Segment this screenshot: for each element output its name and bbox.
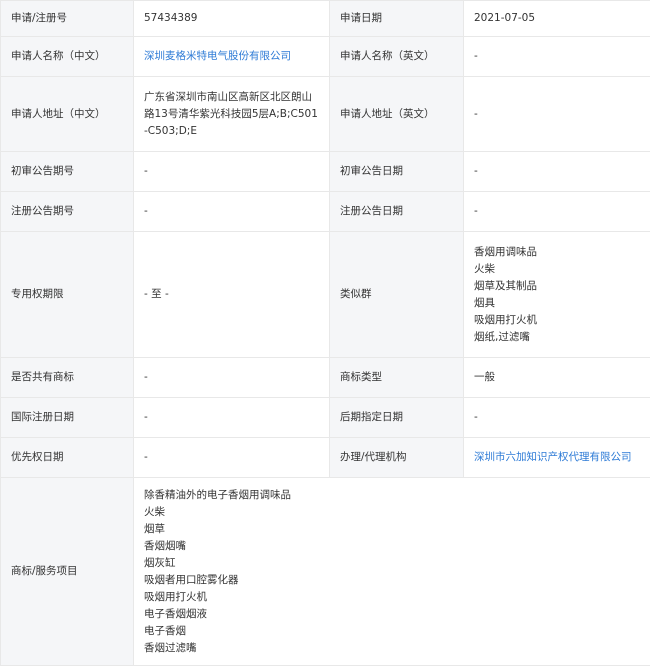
similar-group-item: 火柴 [474,261,640,278]
exclusive-period-label: 专用权期限 [1,232,134,358]
applicant-cn-label: 申请人名称（中文） [1,37,134,77]
similar-group-list: 香烟用调味品 火柴 烟草及其制品 烟具 吸烟用打火机 烟纸,过滤嘴 [464,232,650,358]
similar-group-item: 烟具 [474,295,640,312]
reg-no-label: 申请/注册号 [1,1,134,37]
reg-pub-no-label: 注册公告期号 [1,192,134,232]
row-shared: 是否共有商标 - 商标类型 一般 [1,358,650,398]
apply-date-value: 2021-07-05 [464,1,650,37]
address-cn-value: 广东省深圳市南山区高新区北区朗山 路13号清华紫光科技园5层A;B;C501 -… [134,77,330,152]
goods-services-list: 除香精油外的电子香烟用调味品 火柴 烟草 香烟烟嘴 烟灰缸 吸烟者用口腔雾化器 … [134,478,650,666]
prelim-no-label: 初审公告期号 [1,152,134,192]
address-en-value: - [464,77,650,152]
exclusive-period-value: - 至 - [134,232,330,358]
agent-link[interactable]: 深圳市六加知识产权代理有限公司 [474,451,632,463]
goods-service-item: 烟草 [144,521,640,538]
row-applicant-name: 申请人名称（中文） 深圳麦格米特电气股份有限公司 申请人名称（英文） - [1,37,650,77]
mark-type-value: 一般 [464,358,650,398]
prelim-date-label: 初审公告日期 [330,152,464,192]
row-prelim: 初审公告期号 - 初审公告日期 - [1,152,650,192]
address-cn-line: -C503;D;E [144,123,319,140]
reg-pub-date-value: - [464,192,650,232]
reg-pub-no-value: - [134,192,330,232]
reg-pub-date-label: 注册公告日期 [330,192,464,232]
goods-service-item: 吸烟者用口腔雾化器 [144,572,640,589]
priority-date-label: 优先权日期 [1,438,134,478]
row-goods-services: 商标/服务项目 除香精油外的电子香烟用调味品 火柴 烟草 香烟烟嘴 烟灰缸 吸烟… [1,478,650,666]
prelim-no-value: - [134,152,330,192]
address-cn-line: 路13号清华紫光科技园5层A;B;C501 [144,106,319,123]
row-reg-no: 申请/注册号 57434389 申请日期 2021-07-05 [1,1,650,37]
goods-service-item: 烟灰缸 [144,555,640,572]
applicant-cn-link[interactable]: 深圳麦格米特电气股份有限公司 [144,50,291,62]
similar-group-item: 烟纸,过滤嘴 [474,329,640,346]
agent-label: 办理/代理机构 [330,438,464,478]
later-designation-label: 后期指定日期 [330,398,464,438]
similar-group-item: 吸烟用打火机 [474,312,640,329]
row-exclusive-period: 专用权期限 - 至 - 类似群 香烟用调味品 火柴 烟草及其制品 烟具 吸烟用打… [1,232,650,358]
apply-date-label: 申请日期 [330,1,464,37]
address-cn-line: 广东省深圳市南山区高新区北区朗山 [144,89,319,106]
shared-label: 是否共有商标 [1,358,134,398]
address-en-label: 申请人地址（英文） [330,77,464,152]
trademark-info-table: 申请/注册号 57434389 申请日期 2021-07-05 申请人名称（中文… [0,0,650,666]
applicant-cn-cell: 深圳麦格米特电气股份有限公司 [134,37,330,77]
priority-date-value: - [134,438,330,478]
goods-service-item: 火柴 [144,504,640,521]
address-cn-label: 申请人地址（中文） [1,77,134,152]
row-applicant-address: 申请人地址（中文） 广东省深圳市南山区高新区北区朗山 路13号清华紫光科技园5层… [1,77,650,152]
row-intl-reg: 国际注册日期 - 后期指定日期 - [1,398,650,438]
applicant-en-value: - [464,37,650,77]
prelim-date-value: - [464,152,650,192]
goods-service-item: 香烟烟嘴 [144,538,640,555]
later-designation-value: - [464,398,650,438]
applicant-en-label: 申请人名称（英文） [330,37,464,77]
row-priority: 优先权日期 - 办理/代理机构 深圳市六加知识产权代理有限公司 [1,438,650,478]
shared-value: - [134,358,330,398]
goods-services-label: 商标/服务项目 [1,478,134,666]
reg-no-value: 57434389 [134,1,330,37]
agent-cell: 深圳市六加知识产权代理有限公司 [464,438,650,478]
similar-group-item: 香烟用调味品 [474,244,640,261]
goods-service-item: 吸烟用打火机 [144,589,640,606]
similar-group-label: 类似群 [330,232,464,358]
goods-service-item: 电子香烟烟液 [144,606,640,623]
goods-service-item: 电子香烟 [144,623,640,640]
goods-service-item: 除香精油外的电子香烟用调味品 [144,487,640,504]
goods-service-item: 香烟过滤嘴 [144,640,640,657]
intl-reg-date-value: - [134,398,330,438]
mark-type-label: 商标类型 [330,358,464,398]
row-reg-pub: 注册公告期号 - 注册公告日期 - [1,192,650,232]
similar-group-item: 烟草及其制品 [474,278,640,295]
intl-reg-date-label: 国际注册日期 [1,398,134,438]
